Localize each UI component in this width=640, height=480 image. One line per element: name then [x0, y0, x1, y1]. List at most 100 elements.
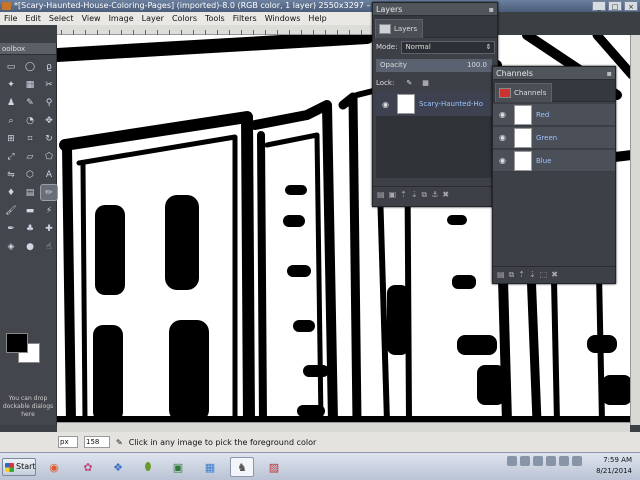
- opacity-label: Opacity: [380, 60, 407, 69]
- close-button[interactable]: ×: [624, 1, 638, 11]
- tray-volume-icon[interactable]: [559, 456, 569, 466]
- horizontal-ruler[interactable]: [57, 25, 372, 35]
- anchor-layer-icon[interactable]: ⚓: [431, 190, 438, 199]
- text-icon[interactable]: A: [41, 167, 57, 182]
- menu-windows[interactable]: Windows: [261, 14, 305, 23]
- menu-view[interactable]: View: [78, 14, 105, 23]
- gimp-taskbar-icon[interactable]: ♞: [230, 457, 254, 477]
- maximize-button[interactable]: □: [608, 1, 622, 11]
- cage-icon[interactable]: ⬡: [22, 167, 38, 182]
- rect-select-icon[interactable]: ▭: [3, 59, 19, 74]
- layer-row[interactable]: ◉ Scary-Haunted-Ho: [376, 92, 500, 116]
- menu-select[interactable]: Select: [45, 14, 78, 23]
- visibility-eye-icon[interactable]: ◉: [499, 133, 506, 142]
- shear-icon[interactable]: ▱: [22, 149, 38, 164]
- eraser-icon[interactable]: ▬: [22, 203, 38, 218]
- dock-close-icon[interactable]: ▪: [607, 67, 612, 80]
- zoom-icon[interactable]: ⌕: [3, 113, 19, 128]
- fuzzy-select-icon[interactable]: ✦: [3, 77, 19, 92]
- lock-alpha-icon[interactable]: ▦: [422, 79, 429, 87]
- menu-colors[interactable]: Colors: [168, 14, 201, 23]
- airbrush-icon[interactable]: ⚡: [41, 203, 57, 218]
- measure-icon[interactable]: ◔: [22, 113, 38, 128]
- menu-edit[interactable]: Edit: [21, 14, 45, 23]
- pencil-icon[interactable]: ✏: [40, 184, 58, 201]
- dock-close-icon[interactable]: ▪: [489, 3, 494, 16]
- paintbrush-icon[interactable]: 🖌: [3, 203, 19, 218]
- new-layer-group-icon[interactable]: ▣: [389, 190, 397, 199]
- tray-arrow-icon[interactable]: [507, 456, 517, 466]
- free-select-icon[interactable]: ϱ: [41, 59, 57, 74]
- move-icon[interactable]: ✥: [41, 113, 57, 128]
- channel-row-blue[interactable]: ◉ Blue: [493, 150, 615, 172]
- opacity-value: 100.0: [466, 60, 487, 69]
- tray-network-icon[interactable]: [520, 456, 530, 466]
- rotate-icon[interactable]: ↻: [41, 131, 57, 146]
- vertical-scrollbar[interactable]: [630, 35, 640, 425]
- clone-icon[interactable]: ♣: [22, 221, 38, 236]
- tray-flag-icon[interactable]: [572, 456, 582, 466]
- ink-icon[interactable]: ✒: [3, 221, 19, 236]
- blur-icon[interactable]: ●: [22, 239, 38, 254]
- perspective-clone-icon[interactable]: ◈: [3, 239, 19, 254]
- monitor-icon[interactable]: ▣: [166, 457, 190, 477]
- foreground-select-icon[interactable]: ♟: [3, 95, 19, 110]
- opacity-slider[interactable]: Opacity 100.0: [376, 58, 492, 72]
- zoom-select[interactable]: 158: [84, 436, 110, 448]
- crop-icon[interactable]: ⌗: [22, 131, 38, 146]
- scale-icon[interactable]: ⤢: [3, 149, 19, 164]
- channel-to-selection-icon[interactable]: ⬚: [540, 270, 548, 279]
- lock-pixels-icon[interactable]: ✎: [406, 79, 412, 87]
- horizontal-scrollbar[interactable]: [57, 422, 630, 432]
- channel-row-green[interactable]: ◉ Green: [493, 127, 615, 149]
- scissors-icon[interactable]: ✂: [41, 77, 57, 92]
- raise-layer-icon[interactable]: ⇡: [400, 190, 407, 199]
- paint-icon[interactable]: ✿: [76, 457, 100, 477]
- duplicate-channel-icon[interactable]: ⧉: [509, 270, 515, 280]
- unit-select[interactable]: px: [58, 436, 78, 448]
- visibility-eye-icon[interactable]: ◉: [382, 100, 389, 109]
- color-picker-icon[interactable]: ⚲: [41, 95, 57, 110]
- channel-row-red[interactable]: ◉ Red: [493, 104, 615, 126]
- lower-layer-icon[interactable]: ⇣: [411, 190, 418, 199]
- color-select-icon[interactable]: ▦: [22, 77, 38, 92]
- menu-layer[interactable]: Layer: [138, 14, 168, 23]
- visibility-eye-icon[interactable]: ◉: [499, 156, 506, 165]
- perspective-icon[interactable]: ⬠: [41, 149, 57, 164]
- network-app-icon[interactable]: ▦: [198, 457, 222, 477]
- lower-channel-icon[interactable]: ⇣: [529, 270, 536, 279]
- duplicate-layer-icon[interactable]: ⧉: [422, 190, 428, 200]
- tab-channels[interactable]: Channels: [495, 83, 553, 102]
- new-layer-icon[interactable]: ▤: [377, 190, 385, 199]
- mode-select[interactable]: Normal ⇕: [401, 40, 496, 54]
- smudge-icon[interactable]: ☝: [41, 239, 57, 254]
- menu-file[interactable]: File: [0, 14, 21, 23]
- tool-app-icon[interactable]: ▨: [262, 457, 286, 477]
- tray-security-icon[interactable]: [533, 456, 543, 466]
- bucket-fill-icon[interactable]: ♦: [3, 185, 19, 200]
- delete-layer-icon[interactable]: ✖: [442, 190, 449, 199]
- ellipse-select-icon[interactable]: ◯: [22, 59, 38, 74]
- firefox-icon[interactable]: ◉: [42, 457, 66, 477]
- visibility-eye-icon[interactable]: ◉: [499, 110, 506, 119]
- minimize-button[interactable]: _: [592, 1, 606, 11]
- menu-filters[interactable]: Filters: [229, 14, 261, 23]
- menu-help[interactable]: Help: [304, 14, 330, 23]
- taskbar-clock[interactable]: 7:59 AM 8/21/2014: [596, 455, 632, 477]
- align-icon[interactable]: ⊞: [3, 131, 19, 146]
- tray-app-icon[interactable]: [546, 456, 556, 466]
- heal-icon[interactable]: ✚: [41, 221, 57, 236]
- shield-app-icon[interactable]: ⬮: [136, 457, 160, 477]
- foreground-color-swatch[interactable]: [6, 333, 28, 353]
- flip-icon[interactable]: ⇋: [3, 167, 19, 182]
- tab-layers[interactable]: Layers: [375, 19, 424, 38]
- start-button[interactable]: Start: [2, 458, 36, 476]
- menu-image[interactable]: Image: [105, 14, 138, 23]
- blend-icon[interactable]: ▤: [22, 185, 38, 200]
- paths-icon[interactable]: ✎: [22, 95, 38, 110]
- raise-channel-icon[interactable]: ⇡: [518, 270, 525, 279]
- menu-tools[interactable]: Tools: [201, 14, 229, 23]
- media-icon[interactable]: ❖: [106, 457, 130, 477]
- delete-channel-icon[interactable]: ✖: [551, 270, 558, 279]
- new-channel-icon[interactable]: ▤: [497, 270, 505, 279]
